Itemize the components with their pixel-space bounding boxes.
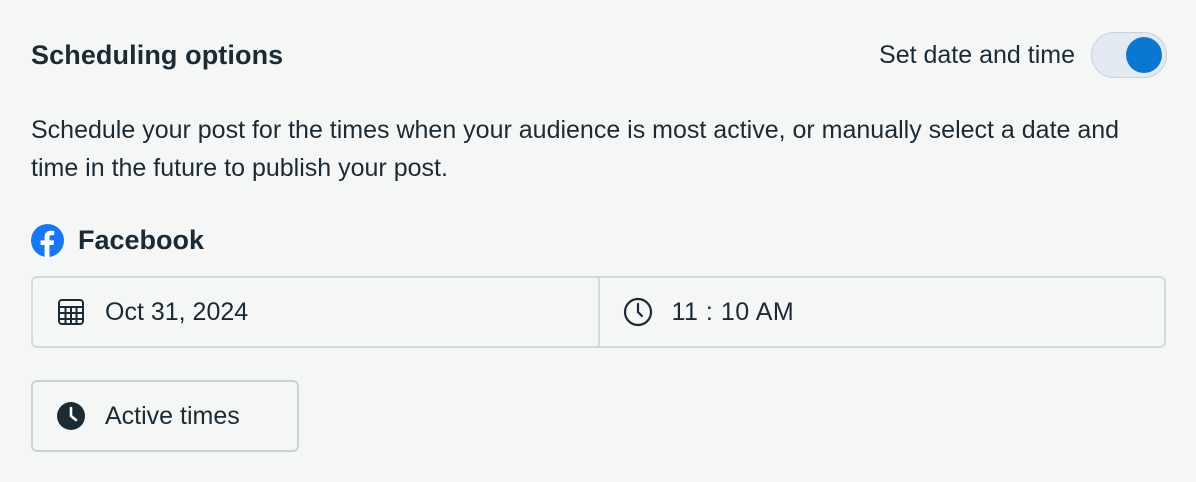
scheduling-description: Schedule your post for the times when yo… xyxy=(31,116,1120,182)
calendar-icon xyxy=(58,299,84,325)
scheduling-header: Scheduling options Set date and time xyxy=(31,30,1167,80)
active-times-label: Active times xyxy=(105,401,240,430)
facebook-icon xyxy=(31,224,64,257)
clock-filled-icon xyxy=(57,402,85,430)
time-picker[interactable]: 11 : 10 AM xyxy=(597,278,1165,346)
time-minute[interactable]: 10 xyxy=(721,298,750,326)
clock-icon xyxy=(623,297,652,327)
date-value: Oct 31, 2024 xyxy=(105,297,249,326)
time-separator: : xyxy=(705,297,714,326)
date-time-picker: Oct 31, 2024 11 : 10 AM xyxy=(31,276,1166,348)
toggle-label: Set date and time xyxy=(879,40,1075,69)
time-period[interactable]: AM xyxy=(756,298,795,326)
section-title: Scheduling options xyxy=(31,39,284,70)
time-value: 11 : 10 AM xyxy=(672,298,795,327)
set-date-time-toggle[interactable] xyxy=(1091,32,1167,78)
date-picker[interactable]: Oct 31, 2024 xyxy=(33,278,598,346)
toggle-knob xyxy=(1126,37,1162,73)
time-hour[interactable]: 11 xyxy=(672,298,699,326)
active-times-button[interactable]: Active times xyxy=(31,380,299,452)
platform-label: Facebook xyxy=(31,224,204,257)
platform-name: Facebook xyxy=(78,225,205,255)
set-date-time-toggle-group: Set date and time xyxy=(879,32,1167,78)
